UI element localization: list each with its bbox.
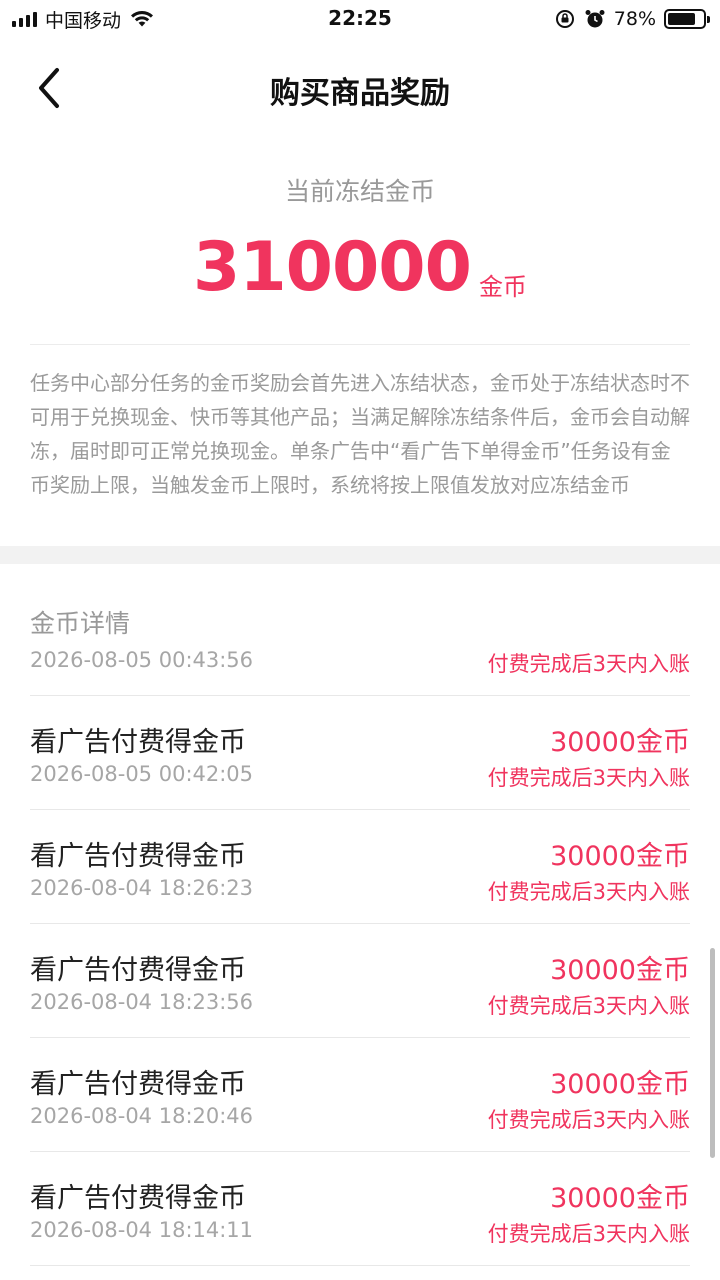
item-title: 看广告付费得金币 [30,841,246,872]
item-note: 付费完成后3天内入账 [487,994,690,1018]
frozen-coins-unit: 金币 [478,273,527,301]
item-time: 2026-08-05 00:42:05 [30,762,254,786]
item-title: 看广告付费得金币 [30,1183,246,1214]
item-title: 看广告付费得金币 [30,727,246,758]
item-title: 看广告付费得金币 [30,644,246,645]
frozen-coins-amount: 310000 [193,228,472,307]
frozen-coins-label: 当前冻结金币 [284,177,435,206]
list-item: 看广告付费得金币 2026-08-04 18:26:23 30000金币付费完成后3… [30,810,690,924]
item-time: 2026-08-04 18:14:11 [30,1218,254,1242]
item-coins: 30000金币 [550,955,690,986]
item-coins: 30000金币 [550,727,690,758]
list-item: 看广告付费得金币 2026-08-05 00:43:56 30000金币付费完成后3… [30,644,690,696]
item-note: 付费完成后3天内入账 [487,1108,690,1132]
list-item: 看广告付费得金币 2026-08-04 18:20:46 30000金币付费完成后3… [30,1038,690,1152]
item-time: 2026-08-04 18:23:56 [30,990,254,1014]
item-note: 付费完成后3天内入账 [487,652,690,676]
status-bar: 中国移动 22:25 78% [0,0,720,40]
item-time: 2026-08-05 00:43:56 [30,648,254,672]
alarm-icon [585,10,605,28]
divider [30,344,690,345]
scrollbar[interactable] [710,948,715,1158]
coin-details-list[interactable]: 看广告付费得金币2026-08-05 00:43:5630000金币付费完成后3… [0,644,720,1280]
item-note: 付费完成后3天内入账 [487,880,690,904]
item-time: 2026-08-04 18:20:46 [30,1104,254,1128]
battery-fill [668,13,695,25]
item-title: 看广告付费得金币 [30,955,246,986]
nav-bar: 购买商品奖励 [0,40,720,136]
section-separator [0,546,720,564]
item-coins: 30000金币 [550,841,690,872]
item-note: 付费完成后3天内入账 [487,1222,690,1246]
item-coins: 30000金币 [550,644,690,645]
status-right: 78% [554,6,710,32]
battery-percent: 78% [613,8,656,30]
coin-details-title: 金币详情 [30,609,131,638]
page: 中国移动 22:25 78% 购买商品奖励 当前冻结金币 310000 金币 任… [0,0,720,1280]
list-item: 看广告付费得金币 2026-08-04 18:14:11 30000金币付费完成后3… [30,1152,690,1266]
item-time: 2026-08-04 18:26:23 [30,876,254,900]
coin-details-list-inner: 看广告付费得金币2026-08-05 00:43:5630000金币付费完成后3… [0,644,720,1266]
item-coins: 30000金币 [550,1069,690,1100]
frozen-coins-amount-row: 310000 金币 [0,228,720,308]
item-coins: 30000金币 [550,1183,690,1214]
item-note: 付费完成后3天内入账 [487,766,690,790]
list-item: 看广告付费得金币 2026-08-04 18:23:56 30000金币付费完成后3… [30,924,690,1038]
item-title: 看广告付费得金币 [30,1069,246,1100]
page-title: 购买商品奖励 [270,76,450,111]
frozen-coins-notice: 任务中心部分任务的金币奖励会首先进入冻结状态，金币处于冻结状态时不可用于兑换现金… [30,371,690,497]
list-item: 看广告付费得金币 2026-08-05 00:42:05 30000金币付费完成后3… [30,696,690,810]
rotation-lock-icon [555,10,574,28]
battery-icon [664,9,710,29]
